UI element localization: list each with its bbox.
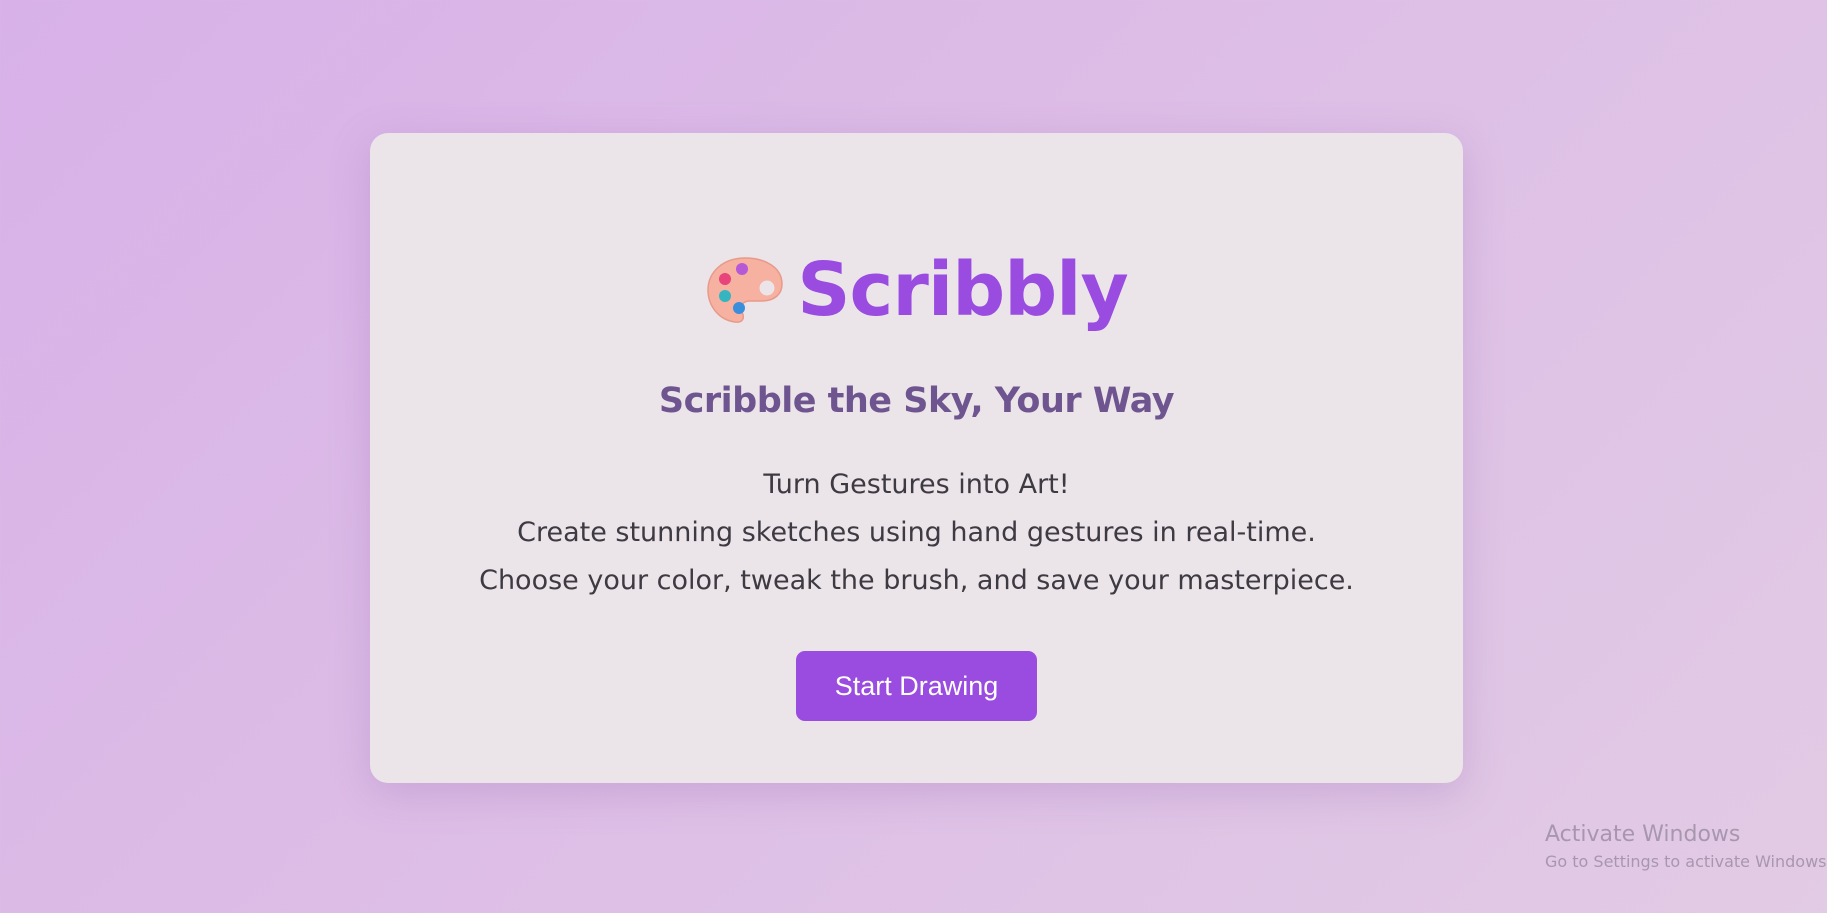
- watermark-title: Activate Windows: [1545, 822, 1741, 847]
- watermark-subtitle: Go to Settings to activate Windows.: [1545, 852, 1827, 871]
- description-line: Choose your color, tweak the brush, and …: [479, 565, 1354, 596]
- start-drawing-button[interactable]: Start Drawing: [796, 651, 1037, 721]
- app-title: Scribbly: [797, 247, 1129, 333]
- tagline: Scribble the Sky, Your Way: [658, 381, 1175, 421]
- brand-header: Scribbly: [370, 253, 1463, 327]
- artist-palette-icon: [705, 254, 785, 326]
- description-line: Turn Gestures into Art!: [763, 469, 1070, 500]
- welcome-card: Scribbly Scribble the Sky, Your Way Turn…: [370, 133, 1463, 783]
- description-line: Create stunning sketches using hand gest…: [517, 517, 1316, 548]
- description: Turn Gestures into Art! Create stunning …: [370, 461, 1463, 605]
- activate-windows-watermark: Activate Windows Go to Settings to activ…: [1545, 820, 1827, 874]
